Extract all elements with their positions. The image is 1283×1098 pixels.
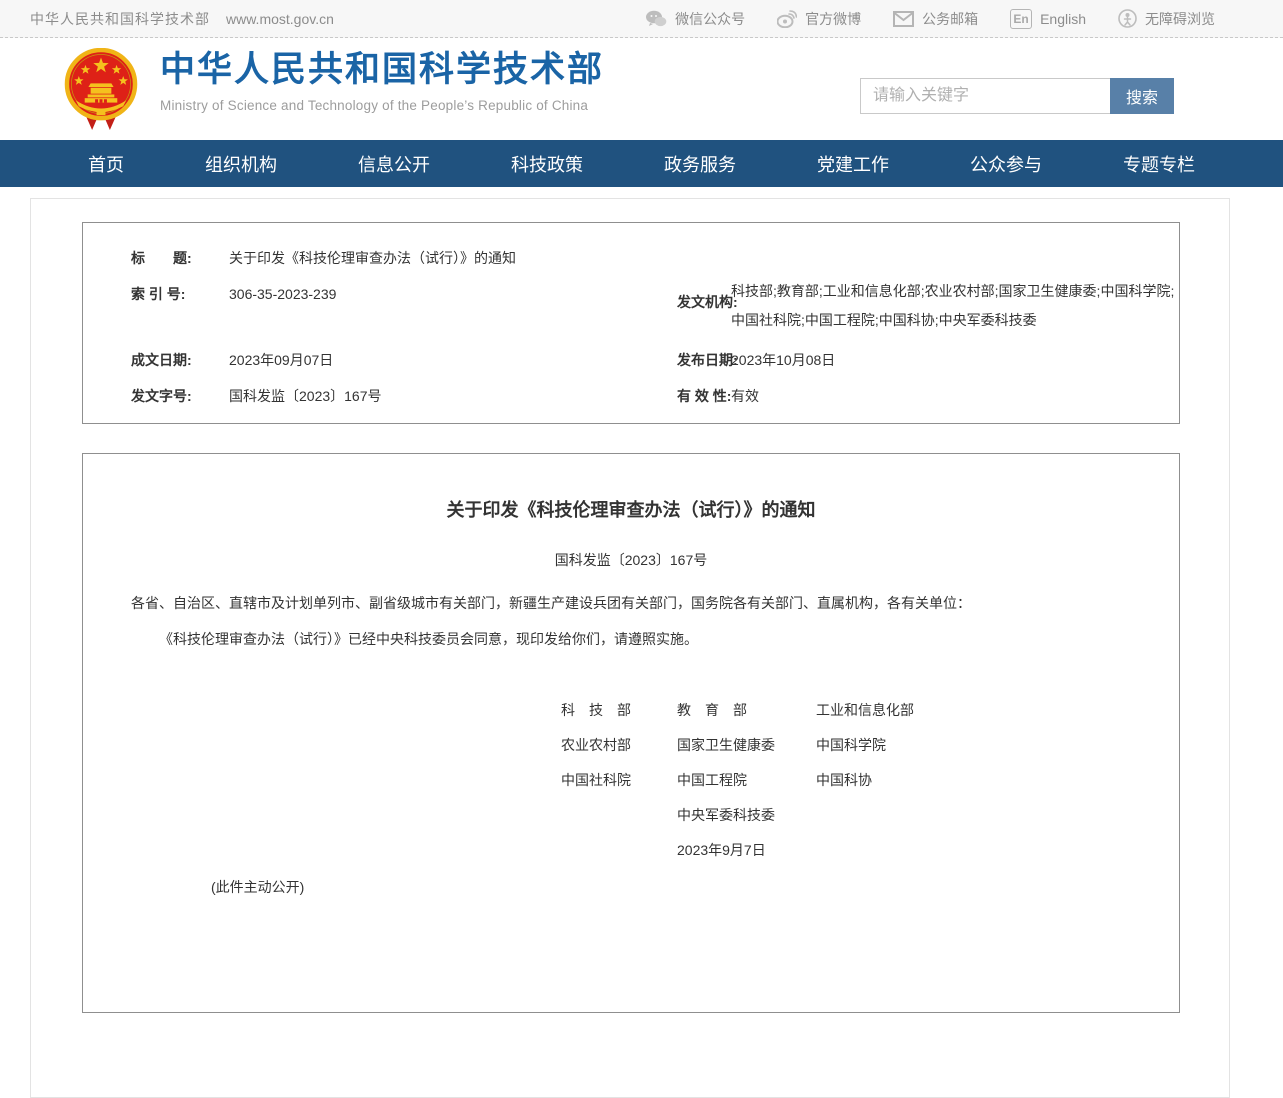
signatories-table: 科 技 部 教 育 部 工业和信息化部 农业农村部 国家卫生健康委 中国科学院 … [561,692,1016,867]
nav-item-gov-services[interactable]: 政务服务 [664,151,736,177]
nav-item-special-topics[interactable]: 专题专栏 [1123,151,1195,177]
wechat-icon [645,10,667,28]
link-mail-label: 公务邮箱 [922,9,978,29]
meta-index-label: 索 引 号: [83,269,229,335]
masthead: 中华人民共和国科学技术部 Ministry of Science and Tec… [0,38,1283,140]
weibo-icon [777,10,797,28]
meta-docno-value: 国科发监〔2023〕167号 [229,371,629,407]
site-search: 搜索 [860,78,1174,114]
link-wechat-label: 微信公众号 [675,9,745,29]
signatory: 工业和信息化部 [816,692,1016,727]
site-url[interactable]: www.most.gov.cn [226,11,334,27]
english-badge: En [1010,9,1032,29]
signatories-row: 科 技 部 教 育 部 工业和信息化部 [561,692,1016,727]
meta-orgs-value: 科技部;教育部;工业和信息化部;农业农村部;国家卫生健康委;中国科学院;中国社科… [731,269,1181,335]
brand-subtitle: Ministry of Science and Technology of th… [160,98,604,113]
signatory [561,797,677,832]
national-emblem-logo[interactable] [64,48,138,132]
nav-item-organization[interactable]: 组织机构 [205,151,277,177]
search-input[interactable] [860,78,1110,114]
document-metadata-box: 标 题: 关于印发《科技伦理审查办法（试行）》的通知 索 引 号: 306-35… [82,222,1180,424]
meta-validity-label: 有 效 性: [629,371,731,407]
link-english[interactable]: En English [1010,9,1086,29]
meta-title-value: 关于印发《科技伦理审查办法（试行）》的通知 [229,233,1181,269]
signatory: 中国科协 [816,762,1016,797]
nav-item-home[interactable]: 首页 [88,151,124,177]
brand-block[interactable]: 中华人民共和国科学技术部 Ministry of Science and Tec… [160,50,604,113]
meta-docno-label: 发文字号: [83,371,229,407]
link-accessibility[interactable]: 无障碍浏览 [1118,9,1215,29]
meta-date-written-label: 成文日期: [83,335,229,371]
signatory: 农业农村部 [561,727,677,762]
signatory [816,797,1016,832]
brand-title: 中华人民共和国科学技术部 [160,50,604,90]
link-wechat[interactable]: 微信公众号 [645,9,745,29]
meta-title-label: 标 题: [83,233,229,269]
document-paragraph: 各省、自治区、直辖市及计划单列市、副省级城市有关部门，新疆生产建设兵团有关部门，… [131,592,1131,614]
signatory: 教 育 部 [677,692,816,727]
link-english-label: English [1040,11,1086,27]
meta-orgs-label: 发文机构: [629,269,731,335]
signatory [816,832,1016,867]
meta-date-published-value: 2023年10月08日 [731,335,1181,371]
signatory: 中国社科院 [561,762,677,797]
link-weibo[interactable]: 官方微博 [777,9,861,29]
content-panel: 标 题: 关于印发《科技伦理审查办法（试行）》的通知 索 引 号: 306-35… [30,198,1230,1098]
accessibility-icon [1118,9,1137,28]
meta-index-value: 306-35-2023-239 [229,269,629,335]
meta-date-published-label: 发布日期: [629,335,731,371]
document-title: 关于印发《科技伦理审查办法（试行）》的通知 [83,496,1179,522]
site-name: 中华人民共和国科学技术部 [30,9,210,29]
signatory: 中国工程院 [677,762,816,797]
signatory: 国家卫生健康委 [677,727,816,762]
top-utility-bar: 中华人民共和国科学技术部 www.most.gov.cn 微信公众号 官方微博 … [0,0,1283,38]
link-accessibility-label: 无障碍浏览 [1145,9,1215,29]
mail-icon [893,11,914,27]
main-nav: 首页 组织机构 信息公开 科技政策 政务服务 党建工作 公众参与 专题专栏 [0,140,1283,187]
meta-date-written-value: 2023年09月07日 [229,335,629,371]
link-weibo-label: 官方微博 [805,9,861,29]
signatories-row: 2023年9月7日 [561,832,1016,867]
document-footnote: (此件主动公开) [211,877,1179,897]
search-button[interactable]: 搜索 [1110,78,1174,114]
signature-date: 2023年9月7日 [677,832,816,867]
nav-item-sci-policy[interactable]: 科技政策 [511,151,583,177]
content-area: 标 题: 关于印发《科技伦理审查办法（试行）》的通知 索 引 号: 306-35… [0,187,1283,884]
nav-item-party-building[interactable]: 党建工作 [817,151,889,177]
signatory: 中国科学院 [816,727,1016,762]
document-paragraph: 《科技伦理审查办法（试行）》已经中央科技委员会同意，现印发给你们，请遵照实施。 [131,628,1131,650]
link-mail[interactable]: 公务邮箱 [893,9,978,29]
meta-validity-value: 有效 [731,371,1181,407]
english-icon: En [1010,9,1032,29]
document-body-box: 关于印发《科技伦理审查办法（试行）》的通知 国科发监〔2023〕167号 各省、… [82,453,1180,1013]
nav-item-public-participation[interactable]: 公众参与 [970,151,1042,177]
signatories-row: 中央军委科技委 [561,797,1016,832]
document-number: 国科发监〔2023〕167号 [83,550,1179,570]
nav-item-info-disclosure[interactable]: 信息公开 [358,151,430,177]
signatory: 科 技 部 [561,692,677,727]
signatories-row: 中国社科院 中国工程院 中国科协 [561,762,1016,797]
signatory [561,832,677,867]
signatories-row: 农业农村部 国家卫生健康委 中国科学院 [561,727,1016,762]
signatory: 中央军委科技委 [677,797,816,832]
